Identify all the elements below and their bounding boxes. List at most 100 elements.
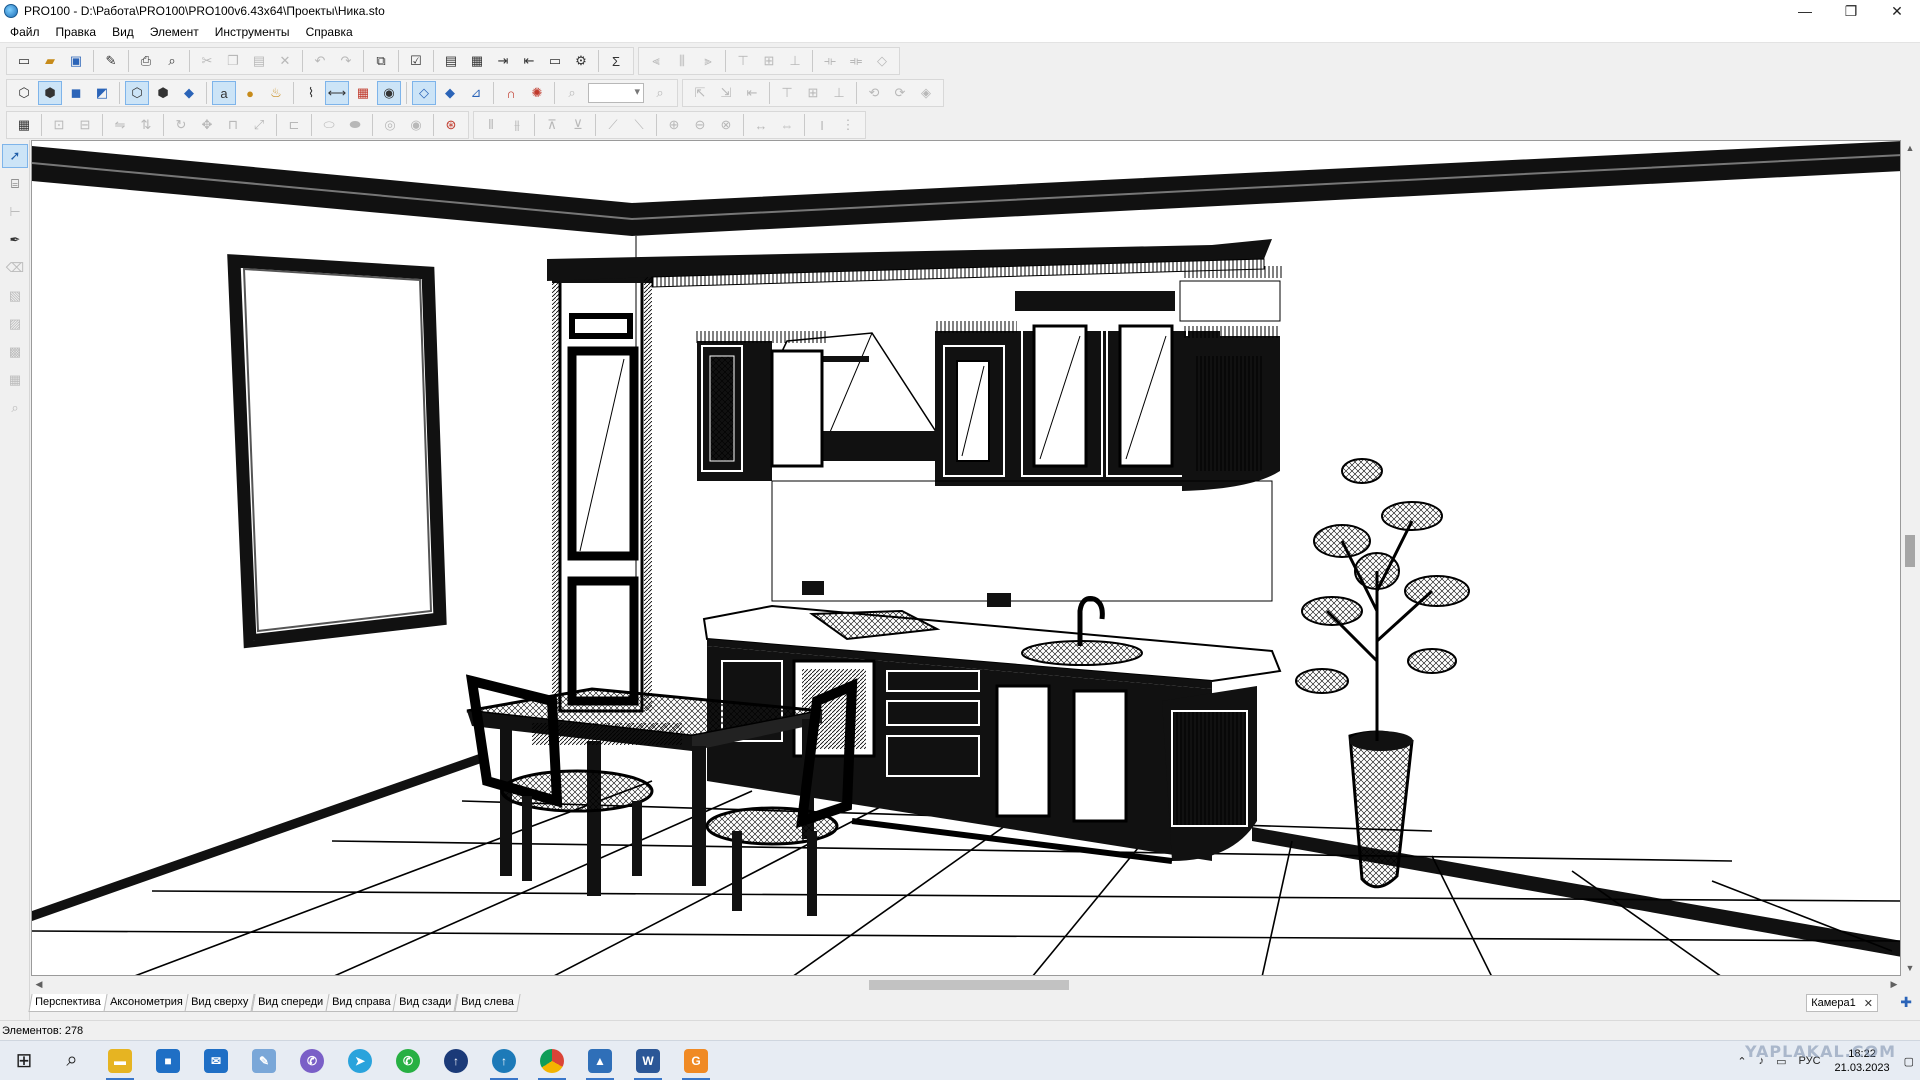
- rotate-c-icon[interactable]: ◈: [914, 81, 938, 105]
- resize-icon[interactable]: ⊡: [47, 113, 71, 137]
- list-icon[interactable]: ▤: [439, 49, 463, 73]
- handle-icon[interactable]: ⊏: [282, 113, 306, 137]
- shaded-view-icon[interactable]: ◼: [64, 81, 88, 105]
- tilt-a-icon[interactable]: ⟋: [601, 113, 625, 137]
- wall-tool-icon[interactable]: ⊢: [2, 200, 28, 224]
- taskbar-ms-store[interactable]: ■: [144, 1041, 192, 1080]
- zoom-out-icon[interactable]: ⌕: [560, 81, 584, 105]
- hide-icon[interactable]: ◎: [378, 113, 402, 137]
- delete-icon[interactable]: ✕: [273, 49, 297, 73]
- tab-front-view[interactable]: Вид спереди: [251, 994, 330, 1012]
- camera-tab[interactable]: Камера1 ✕: [1806, 994, 1878, 1012]
- 3d-viewport[interactable]: [31, 140, 1901, 976]
- grid-icon[interactable]: ▦: [351, 81, 375, 105]
- center-a-icon[interactable]: ⊕: [662, 113, 686, 137]
- options-icon[interactable]: ⚙: [569, 49, 593, 73]
- menu-view[interactable]: Вид: [104, 22, 142, 42]
- brush-d-icon[interactable]: ▦: [2, 368, 28, 392]
- taskbar-viber[interactable]: ✆: [288, 1041, 336, 1080]
- align-left-icon[interactable]: ⫷: [644, 49, 668, 73]
- scroll-left-icon[interactable]: ◀: [31, 976, 47, 993]
- redo-icon[interactable]: ↷: [334, 49, 358, 73]
- magnet-icon[interactable]: ∩: [499, 81, 523, 105]
- taskbar-whatsapp[interactable]: ✆: [384, 1041, 432, 1080]
- menu-tools[interactable]: Инструменты: [207, 22, 298, 42]
- import-icon[interactable]: ⇤: [517, 49, 541, 73]
- scale-icon[interactable]: ⤢: [247, 113, 271, 137]
- snap-angle-icon[interactable]: ⊿: [464, 81, 488, 105]
- menu-help[interactable]: Справка: [298, 22, 361, 42]
- tab-right-view[interactable]: Вид справа: [325, 994, 397, 1012]
- paste-icon[interactable]: ▤: [247, 49, 271, 73]
- flip-icon[interactable]: ⇅: [134, 113, 158, 137]
- undo-icon[interactable]: ↶: [308, 49, 332, 73]
- taskbar-mail[interactable]: ✉: [192, 1041, 240, 1080]
- close-button[interactable]: ✕: [1874, 0, 1920, 22]
- taskbar-chrome[interactable]: [528, 1041, 576, 1080]
- rotate-icon[interactable]: ↻: [169, 113, 193, 137]
- tab-top-view[interactable]: Вид сверху: [184, 994, 256, 1012]
- stack-top-icon[interactable]: ⊤: [775, 81, 799, 105]
- textured-view-icon[interactable]: ◩: [90, 81, 114, 105]
- distribute-h-icon[interactable]: ⟛: [818, 49, 842, 73]
- materials-icon[interactable]: ●: [238, 81, 262, 105]
- align-center-icon[interactable]: ⫼: [670, 49, 694, 73]
- fit-top-icon[interactable]: ⊼: [540, 113, 564, 137]
- front-outline-icon[interactable]: ⬡: [125, 81, 149, 105]
- eraser-icon[interactable]: ⌫: [2, 256, 28, 280]
- camera-close-icon[interactable]: ✕: [1864, 997, 1873, 1010]
- select-arrow-icon[interactable]: ➚: [2, 144, 28, 168]
- brush-c-icon[interactable]: ▩: [2, 340, 28, 364]
- wireframe-view-icon[interactable]: ⬡: [12, 81, 36, 105]
- dimensions-icon[interactable]: ⟷: [325, 81, 349, 105]
- collision-icon[interactable]: ✺: [525, 81, 549, 105]
- stack-mid-icon[interactable]: ⊞: [801, 81, 825, 105]
- add-camera-icon[interactable]: ✚: [1900, 994, 1912, 1011]
- select-all-icon[interactable]: ▦: [12, 113, 36, 137]
- copy-icon[interactable]: ❐: [221, 49, 245, 73]
- move-left-icon[interactable]: ⇤: [740, 81, 764, 105]
- open-folder-icon[interactable]: ▰: [38, 49, 62, 73]
- lock-icon[interactable]: ⊓: [221, 113, 245, 137]
- center-b-icon[interactable]: ⊖: [688, 113, 712, 137]
- brush-a-icon[interactable]: ▧: [2, 284, 28, 308]
- taskbar-word[interactable]: W: [624, 1041, 672, 1080]
- room-tool-icon[interactable]: ⌸: [2, 172, 28, 196]
- distribute-d-icon[interactable]: ◇: [870, 49, 894, 73]
- rotate-a-icon[interactable]: ⟲: [862, 81, 886, 105]
- side-outline-icon[interactable]: ⬢: [151, 81, 175, 105]
- menu-edit[interactable]: Правка: [48, 22, 105, 42]
- scroll-up-icon[interactable]: ▲: [1902, 140, 1918, 156]
- center-c-icon[interactable]: ⊗: [714, 113, 738, 137]
- properties-icon[interactable]: ✎: [99, 49, 123, 73]
- pro100-app-icon[interactable]: [4, 4, 18, 18]
- width-icon[interactable]: ↔: [749, 113, 773, 137]
- export-icon[interactable]: ⇥: [491, 49, 515, 73]
- horizontal-scrollbar[interactable]: ◀ ▶: [31, 976, 1902, 993]
- depth-icon[interactable]: ⇔: [775, 113, 799, 137]
- height-dash-icon[interactable]: ⋮: [836, 113, 860, 137]
- hidden-lines-view-icon[interactable]: ⬢: [38, 81, 62, 105]
- gap-h-icon[interactable]: ⫴: [479, 113, 503, 137]
- tab-perspective[interactable]: Перспектива: [28, 994, 108, 1012]
- scroll-down-icon[interactable]: ▼: [1902, 960, 1918, 976]
- save-icon[interactable]: ▣: [64, 49, 88, 73]
- align-right-icon[interactable]: ⫸: [696, 49, 720, 73]
- minimize-button[interactable]: —: [1782, 0, 1828, 22]
- tab-axonometry[interactable]: Аксонометрия: [103, 994, 190, 1012]
- oval-b-icon[interactable]: ⬬: [343, 113, 367, 137]
- print-icon[interactable]: ⎙: [134, 49, 158, 73]
- cut-icon[interactable]: ✂: [195, 49, 219, 73]
- measure-tool-icon[interactable]: ⌇: [299, 81, 323, 105]
- sum-icon[interactable]: Σ: [604, 49, 628, 73]
- fit-bottom-icon[interactable]: ⊻: [566, 113, 590, 137]
- text-labels-icon[interactable]: a: [212, 81, 236, 105]
- gap-v-icon[interactable]: ⫵: [505, 113, 529, 137]
- taskbar-pro100[interactable]: ↑: [480, 1041, 528, 1080]
- move-front-icon[interactable]: ⇱: [688, 81, 712, 105]
- vertical-scrollbar[interactable]: ▲ ▼: [1902, 140, 1918, 976]
- horizontal-scroll-thumb[interactable]: [869, 980, 1069, 990]
- stack-bottom-icon[interactable]: ⊥: [827, 81, 851, 105]
- eye-icon[interactable]: ◉: [377, 81, 401, 105]
- light-bulb-icon[interactable]: ♨: [264, 81, 288, 105]
